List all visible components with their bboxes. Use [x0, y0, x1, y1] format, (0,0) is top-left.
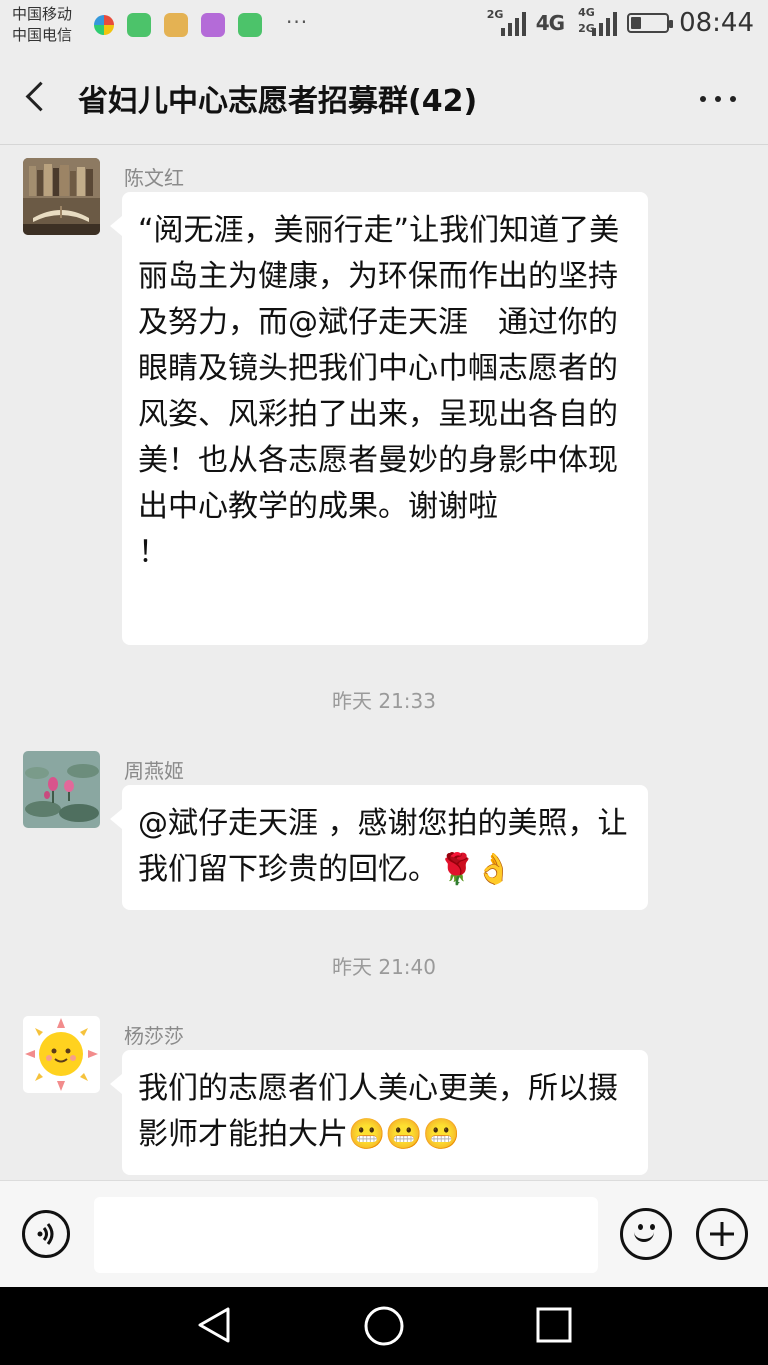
- chat-header: 省妇儿中心志愿者招募群(42): [0, 52, 768, 145]
- voice-icon[interactable]: [22, 1210, 70, 1258]
- timestamp: 昨天 21:33: [332, 689, 436, 713]
- grid-notification-icon: [238, 13, 262, 37]
- net-label-3a: 4G: [578, 6, 595, 19]
- sender-name: 周燕姬: [124, 759, 184, 783]
- message-bubble[interactable]: @斌仔走天涯 ，感谢您拍的美照，让我们留下珍贵的回忆。🌹👌: [110, 785, 648, 910]
- battery-icon: [627, 13, 674, 33]
- message-list[interactable]: 陈文红 “阅无涯，美丽行走”让我们知道了美丽岛主为健康，为环保而作出的坚持及努力…: [0, 145, 768, 1180]
- net-label-3b: 2G: [578, 22, 595, 35]
- plus-icon[interactable]: [696, 1208, 748, 1260]
- triangle-back-icon[interactable]: [194, 1305, 234, 1345]
- signal-2g-icon: 2G: [487, 8, 526, 36]
- circle-home-icon[interactable]: [362, 1305, 406, 1349]
- message-bubble[interactable]: “阅无涯，美丽行走”让我们知道了美丽岛主为健康，为环保而作出的坚持及努力，而@斌…: [110, 192, 648, 645]
- timestamp: 昨天 21:40: [332, 955, 436, 979]
- sender-name: 陈文红: [124, 166, 184, 190]
- status-bar: 中国移动 中国电信 ··· 2G 4G 4G 2G 08:44: [0, 0, 768, 52]
- back-arrow-icon[interactable]: [22, 80, 56, 116]
- carrier-2: 中国电信: [12, 26, 73, 44]
- gallery-notification-icon: [201, 13, 225, 37]
- net-label-1: 2G: [486, 8, 504, 21]
- sun-avatar[interactable]: [23, 1016, 100, 1093]
- carrier-labels: 中国移动 中国电信: [12, 4, 72, 46]
- message-bubble[interactable]: 我们的志愿者们人美心更美，所以摄影师才能拍大片😬😬😬: [110, 1050, 648, 1175]
- notification-icons: [94, 13, 262, 37]
- chat-title: 省妇儿中心志愿者招募群(42): [78, 84, 478, 119]
- clock: 08:44: [679, 8, 754, 38]
- sender-name: 杨莎莎: [124, 1024, 184, 1048]
- signal-4g2g-icon: 4G 2G: [578, 6, 618, 36]
- bag-notification-icon: [127, 13, 151, 37]
- status-right: 2G 4G 4G 2G 08:44: [487, 6, 754, 38]
- browser-notification-icon: [94, 15, 114, 35]
- battery-level: [631, 17, 642, 29]
- more-options-icon[interactable]: [698, 86, 738, 110]
- emoji-icon[interactable]: [620, 1208, 672, 1260]
- carrier-1: 中国移动: [12, 5, 73, 23]
- lotus-avatar[interactable]: [23, 751, 100, 828]
- square-recents-icon[interactable]: [534, 1305, 574, 1345]
- message-input[interactable]: [94, 1197, 598, 1273]
- chat-input-bar: [0, 1180, 768, 1288]
- books-avatar[interactable]: [23, 158, 100, 235]
- network-4g-label: 4G: [535, 11, 565, 35]
- system-nav-bar: [0, 1287, 768, 1365]
- health-notification-icon: [164, 13, 188, 37]
- more-notifications-icon: ···: [286, 10, 309, 34]
